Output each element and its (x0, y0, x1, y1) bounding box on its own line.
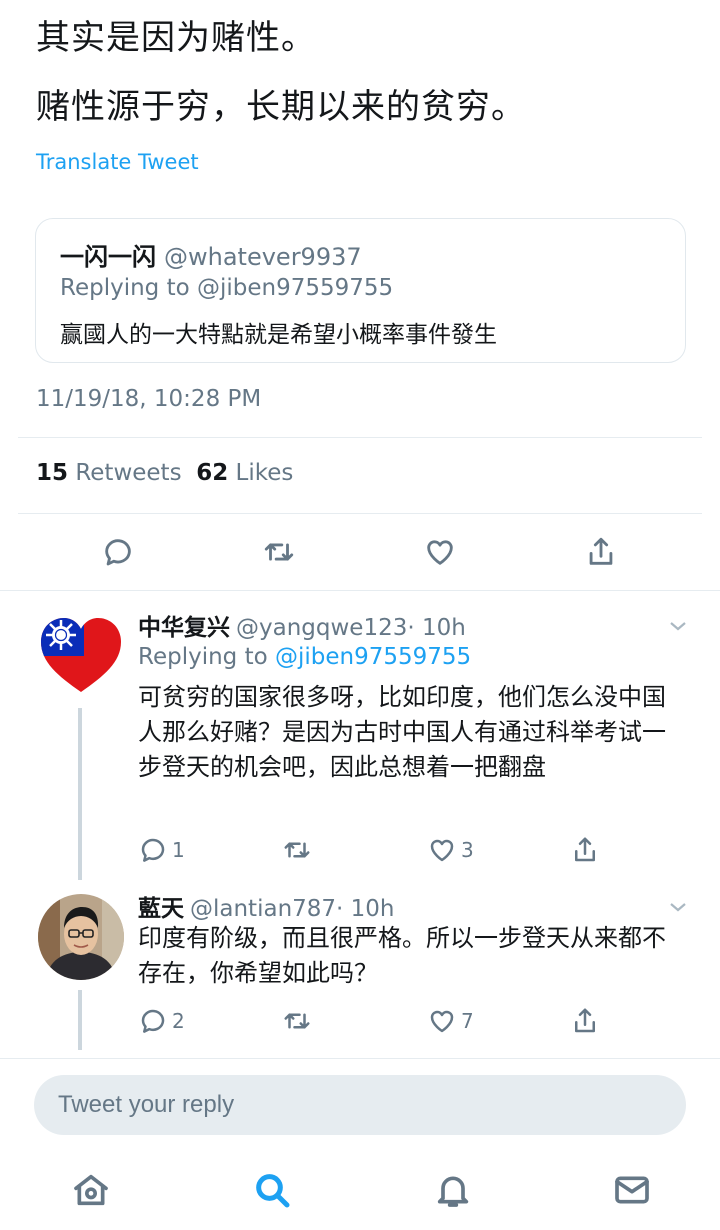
retweet-icon (264, 543, 294, 561)
translate-tweet-link[interactable]: Translate Tweet (36, 150, 199, 174)
reply-icon (141, 1009, 165, 1033)
reply-share-button[interactable] (570, 1005, 600, 1037)
tab-messages[interactable] (610, 1168, 654, 1212)
flag-heart-icon (41, 618, 121, 692)
search-icon (256, 1174, 290, 1208)
heart-icon (430, 839, 454, 862)
chevron-down-icon (670, 903, 686, 912)
tweet-reply-input[interactable] (58, 1075, 658, 1135)
heart-icon (430, 1010, 454, 1033)
user-photo-icon (38, 894, 124, 980)
reply-reply-button[interactable]: 1 (138, 834, 185, 866)
reply-count: 2 (172, 1009, 185, 1033)
reply-author-handle[interactable]: @yangqwe123 (236, 615, 407, 641)
section-separator (0, 1058, 720, 1059)
retweet-icon (284, 1013, 310, 1029)
reply-text: 印度有阶级，而且很严格。所以一步登天从来都不存在，你希望如此吗？ (138, 924, 666, 987)
likes-label[interactable]: Likes (236, 460, 294, 486)
section-separator (0, 590, 720, 591)
share-icon (589, 537, 613, 565)
reply-button[interactable] (99, 533, 137, 571)
reply-icon (105, 539, 131, 566)
tweet-timestamp: 11/19/18, 10:28 PM (36, 386, 262, 412)
reply-retweet-button[interactable] (282, 834, 316, 866)
tweet-text-line-2: 赌性源于穷，长期以来的贫穷。 (36, 87, 526, 127)
thread-line (78, 708, 82, 880)
chevron-down-icon (670, 622, 686, 631)
heart-icon (427, 540, 453, 565)
reply-retweet-button[interactable] (282, 1005, 316, 1037)
retweet-button[interactable] (260, 533, 298, 571)
quoted-tweet-card[interactable]: 一闪一闪 @whatever9937 Replying to @jiben9755… (35, 218, 686, 363)
reply-text: 可贫穷的国家很多呀，比如印度，他们怎么没中国人那么好赌？是因为古时中国人有通过科… (138, 683, 666, 781)
taiwan-flag-heart-avatar[interactable] (38, 612, 124, 698)
reply-share-button[interactable] (570, 834, 600, 866)
like-button[interactable] (421, 533, 459, 571)
share-icon (575, 1008, 595, 1033)
messages-icon (615, 1176, 649, 1204)
reply-like-button[interactable]: 7 (427, 1005, 474, 1037)
likes-count[interactable]: 62 (196, 460, 228, 486)
more-options-button[interactable] (666, 895, 690, 919)
like-count: 7 (461, 1009, 474, 1033)
quoted-author-name: 一闪一闪 (60, 243, 156, 271)
like-count: 3 (461, 838, 474, 862)
reply-header: 藍天 @lantian787· 10h (138, 889, 395, 923)
reply-like-button[interactable]: 3 (427, 834, 474, 866)
share-button[interactable] (582, 533, 620, 571)
reply-icon (141, 838, 165, 862)
replying-to-prefix: Replying to (60, 275, 190, 301)
quoted-replying-to: Replying to @jiben97559755 (60, 275, 393, 301)
replying-to-handle-link[interactable]: @jiben97559755 (275, 644, 471, 670)
reply-author-handle[interactable]: @lantian787 (190, 896, 336, 922)
reply-time: · 10h (407, 615, 466, 641)
tab-notifications[interactable] (431, 1168, 475, 1212)
tweet-text-line-1: 其实是因为赌性。 (36, 18, 316, 58)
home-icon (74, 1174, 108, 1206)
quoted-tweet-text: 赢國人的一大特點就是希望小概率事件發生 (60, 322, 497, 348)
divider (18, 513, 702, 514)
divider (18, 437, 702, 438)
replying-to-handle: @jiben97559755 (196, 275, 394, 301)
retweets-label[interactable]: Retweets (75, 460, 181, 486)
share-icon (575, 837, 595, 862)
notifications-icon (437, 1176, 469, 1207)
thread-line (78, 990, 82, 1050)
more-options-button[interactable] (666, 614, 690, 638)
retweet-icon (284, 842, 310, 858)
tab-search[interactable] (250, 1168, 294, 1212)
tab-home[interactable] (69, 1168, 113, 1212)
retweets-count[interactable]: 15 (36, 460, 68, 486)
reply-author-name[interactable]: 藍天 (138, 896, 184, 922)
quoted-author-handle: @whatever9937 (164, 243, 362, 271)
reply-reply-button[interactable]: 2 (138, 1005, 185, 1037)
user-photo-avatar[interactable] (38, 894, 124, 980)
quoted-tweet-header: 一闪一闪 @whatever9937 (60, 237, 362, 272)
reply-author-name[interactable]: 中华复兴 (138, 615, 230, 641)
replying-to-prefix: Replying to (138, 644, 268, 670)
reply-composer[interactable] (34, 1075, 686, 1135)
reply-count: 1 (172, 838, 185, 862)
reply-header: 中华复兴 @yangqwe123· 10h (138, 608, 466, 642)
reply-replying-to: Replying to @jiben97559755 (138, 644, 471, 670)
tweet-stats: 15 Retweets 62 Likes (36, 460, 293, 486)
reply-time: · 10h (336, 896, 395, 922)
